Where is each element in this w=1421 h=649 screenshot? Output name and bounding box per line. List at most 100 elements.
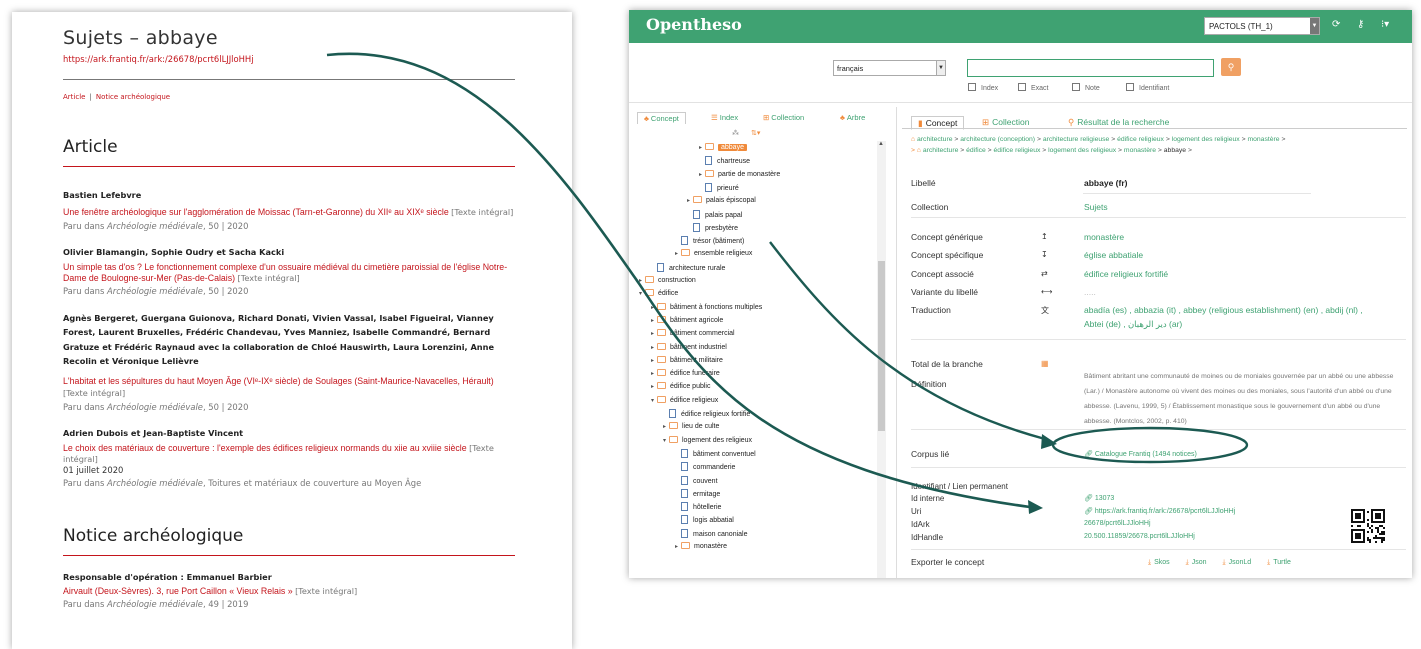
- export-json[interactable]: ⤓ Json: [1186, 559, 1207, 566]
- tree-node[interactable]: architecture rurale: [651, 262, 725, 273]
- thesaurus-select[interactable]: PACTOLS (TH_1) ▼: [1204, 17, 1320, 35]
- tree-node[interactable]: ▸ bâtiment industriel: [651, 342, 727, 353]
- tree-node[interactable]: ▾ édifice religieux: [651, 395, 718, 406]
- corpus-label[interactable]: Catalogue Frantiq (1494 notices): [1095, 451, 1197, 458]
- breadcrumb-item[interactable]: logement des religieux: [1172, 136, 1240, 143]
- tree-node[interactable]: ▸ palais épiscopal: [687, 196, 756, 206]
- tree-node[interactable]: prieuré: [699, 182, 739, 193]
- tree-node-label[interactable]: bâtiment à fonctions multiples: [670, 304, 762, 311]
- tab-concept[interactable]: ♣ Concept: [637, 112, 686, 124]
- tab-collection[interactable]: ⊞ Collection: [763, 112, 804, 124]
- tree-node-label[interactable]: logis abbatial: [693, 517, 734, 524]
- home-icon[interactable]: > ⌂: [911, 147, 923, 154]
- tree-node-label[interactable]: bâtiment militaire: [670, 357, 723, 364]
- translations-line-1[interactable]: abadía (es) , abbazia (it) , abbey (reli…: [1084, 305, 1363, 315]
- tree-node[interactable]: trésor (bâtiment): [675, 236, 744, 246]
- tree-node-label[interactable]: palais papal: [705, 212, 742, 219]
- collection-link[interactable]: Sujets: [1084, 202, 1108, 212]
- full-text-link[interactable]: [Texte intégral]: [295, 586, 357, 596]
- language-select[interactable]: français ▼: [833, 60, 946, 76]
- tree-node-label[interactable]: partie de monastère: [718, 171, 780, 178]
- tree-node-label[interactable]: bâtiment conventuel: [693, 451, 756, 458]
- entry-title[interactable]: Airvault (Deux-Sèvres). 3, rue Port Cail…: [63, 586, 293, 596]
- tree-node[interactable]: ermitage: [675, 488, 720, 499]
- checkbox[interactable]: [968, 83, 976, 91]
- tree-node-label[interactable]: hôtellerie: [693, 504, 721, 511]
- tree-node[interactable]: couvent: [675, 475, 718, 486]
- breadcrumb-item[interactable]: architecture: [923, 147, 959, 154]
- breadcrumb-item[interactable]: architecture: [917, 136, 953, 143]
- tree-node-label[interactable]: chartreuse: [717, 158, 750, 165]
- tree-node[interactable]: ▾ édifice: [639, 289, 678, 299]
- settings-menu-icon[interactable]: ⁝▾: [1381, 18, 1389, 32]
- entry-title-link[interactable]: Le choix des matériaux de couverture : l…: [63, 443, 515, 465]
- nav-link-notice[interactable]: Notice archéologique: [96, 93, 170, 101]
- tree-node-label[interactable]: bâtiment industriel: [670, 344, 727, 351]
- full-text-link[interactable]: [Texte intégral]: [63, 388, 125, 398]
- tree-node-label[interactable]: palais épiscopal: [706, 197, 756, 204]
- breadcrumb-item[interactable]: architecture religieuse: [1043, 136, 1110, 143]
- calculator-icon[interactable]: ▦: [1041, 359, 1049, 368]
- key-icon[interactable]: ⚷: [1357, 18, 1364, 32]
- entry-title-link[interactable]: Une fenêtre archéologique sur l'agglomér…: [63, 205, 515, 220]
- breadcrumb-item[interactable]: édifice religieux: [1117, 136, 1164, 143]
- option-exact[interactable]: Exact: [1018, 83, 1049, 94]
- narrower-concept-link[interactable]: église abbatiale: [1084, 250, 1143, 260]
- tree-node[interactable]: ▸ bâtiment commercial: [651, 329, 735, 339]
- tree-node[interactable]: ▸ ensemble religieux: [675, 249, 752, 259]
- entry-title[interactable]: Le choix des matériaux de couverture : l…: [63, 443, 467, 453]
- entry-title-link[interactable]: Airvault (Deux-Sèvres). 3, rue Port Cail…: [63, 584, 515, 599]
- breadcrumb-item[interactable]: logement des religieux: [1048, 147, 1116, 154]
- tree-node[interactable]: commanderie: [675, 462, 735, 472]
- full-text-link[interactable]: [Texte intégral]: [451, 207, 513, 217]
- idhandle-value[interactable]: 20.500.11859/26678.pcrt6lLJJloHHj: [1084, 533, 1195, 540]
- tree-node[interactable]: ▸ bâtiment militaire: [651, 355, 723, 366]
- permanent-link[interactable]: https://ark.frantiq.fr/ark:/26678/pcrt6l…: [63, 53, 515, 65]
- tree-node[interactable]: ▸ partie de monastère: [699, 169, 780, 180]
- entry-title[interactable]: Une fenêtre archéologique sur l'agglomér…: [63, 207, 449, 217]
- tab-search-results[interactable]: ⚲ Résultat de la recherche: [1068, 116, 1169, 128]
- refresh-icon[interactable]: ⟳: [1332, 18, 1340, 32]
- checkbox[interactable]: [1072, 83, 1080, 91]
- tree-node[interactable]: maison canoniale: [675, 528, 747, 539]
- search-input[interactable]: [967, 59, 1214, 77]
- breadcrumb-item[interactable]: monastère: [1247, 136, 1279, 143]
- breadcrumb-item[interactable]: édifice religieux: [994, 147, 1041, 154]
- breadcrumb-item[interactable]: architecture (conception): [960, 136, 1035, 143]
- tree-node[interactable]: ▸ édifice public: [651, 382, 710, 392]
- tree-node[interactable]: presbytère: [687, 222, 738, 233]
- tree-node[interactable]: édifice religieux fortifié: [663, 409, 750, 419]
- tree-scrollbar[interactable]: ▲: [877, 141, 886, 578]
- tree-node[interactable]: ▸ édifice funéraire: [651, 369, 720, 379]
- tree-node-label[interactable]: lieu de culte: [682, 423, 719, 430]
- tree-node-label[interactable]: monastère: [694, 543, 727, 550]
- tree-node-label[interactable]: commanderie: [693, 464, 735, 471]
- entry-title-link[interactable]: Un simple tas d'os ? Le fonctionnement c…: [63, 262, 515, 284]
- tree-node-label[interactable]: ensemble religieux: [694, 250, 752, 257]
- breadcrumb-item[interactable]: monastère: [1124, 147, 1156, 154]
- sitemap-icon[interactable]: ⁂: [732, 130, 739, 137]
- tab-tree[interactable]: ♣ Arbre: [840, 112, 865, 124]
- tree-node-label[interactable]: édifice religieux: [670, 397, 718, 404]
- tree-node-label[interactable]: édifice: [658, 290, 678, 297]
- scrollbar-thumb[interactable]: [878, 261, 885, 431]
- tree-node-label[interactable]: construction: [658, 277, 696, 284]
- tree-node-label[interactable]: bâtiment commercial: [670, 330, 735, 337]
- sort-icon[interactable]: ⇅▾: [751, 130, 760, 137]
- tree-node[interactable]: ▸ lieu de culte: [663, 422, 719, 432]
- tree-node[interactable]: ▸ construction: [639, 276, 696, 286]
- tree-node-label[interactable]: bâtiment agricole: [670, 317, 723, 324]
- chevron-down-icon[interactable]: ▼: [1310, 18, 1319, 34]
- tree-node[interactable]: ▸ abbaye: [699, 143, 747, 153]
- tab-index[interactable]: ☰ Index: [711, 112, 738, 124]
- checkbox[interactable]: [1018, 83, 1026, 91]
- tree-node-label[interactable]: édifice religieux fortifié: [681, 411, 750, 418]
- chevron-up-icon[interactable]: ▲: [878, 141, 884, 147]
- export-skos[interactable]: ⤓ Skos: [1148, 559, 1170, 566]
- option-identifier[interactable]: Identifiant: [1126, 83, 1169, 94]
- search-button[interactable]: ⚲: [1221, 58, 1241, 76]
- related-concept-link[interactable]: édifice religieux fortifié: [1084, 269, 1168, 279]
- checkbox[interactable]: [1126, 83, 1134, 91]
- uri-value[interactable]: 🔗︎ https://ark.frantiq.fr/ark:/26678/pcr…: [1084, 507, 1235, 515]
- id-interne-value[interactable]: 🔗︎ 13073: [1084, 494, 1114, 502]
